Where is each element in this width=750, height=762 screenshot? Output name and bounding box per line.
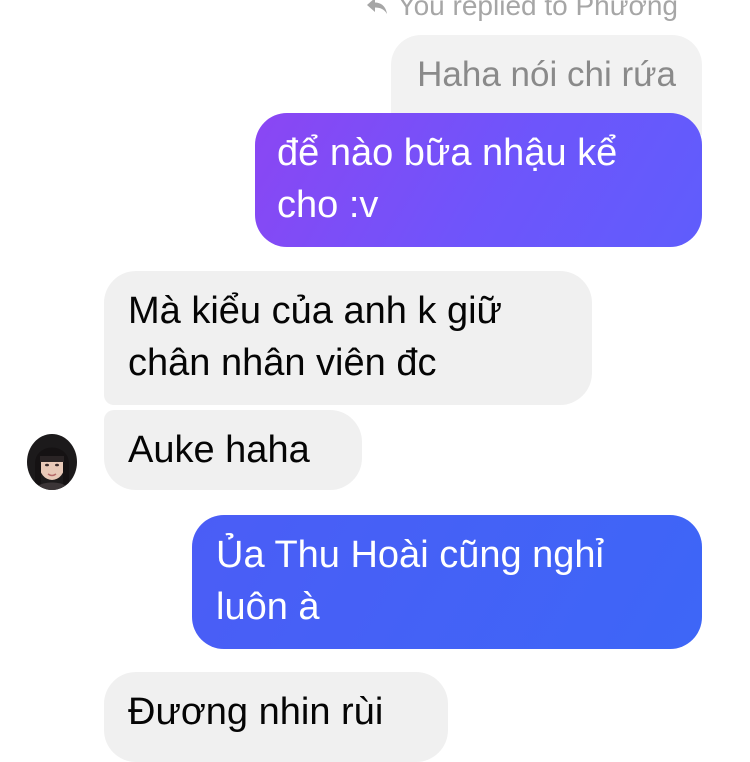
incoming-message-bubble[interactable]: Auke haha — [104, 410, 362, 490]
avatar-image — [27, 434, 77, 490]
incoming-message-bubble[interactable]: Đương nhin rùi — [104, 672, 448, 762]
outgoing-message-bubble[interactable]: Ủa Thu Hoài cũng nghỉ luôn à — [192, 515, 702, 649]
contact-avatar[interactable] — [27, 434, 77, 490]
reply-indicator-text: You replied to Phương — [397, 0, 679, 21]
reply-indicator: You replied to Phương — [366, 0, 679, 26]
incoming-message-bubble[interactable]: Mà kiểu của anh k giữ chân nhân viên đc — [104, 271, 592, 405]
outgoing-message-bubble[interactable]: để nào bữa nhậu kể cho :v — [255, 113, 702, 247]
reply-arrow-icon — [366, 0, 387, 14]
